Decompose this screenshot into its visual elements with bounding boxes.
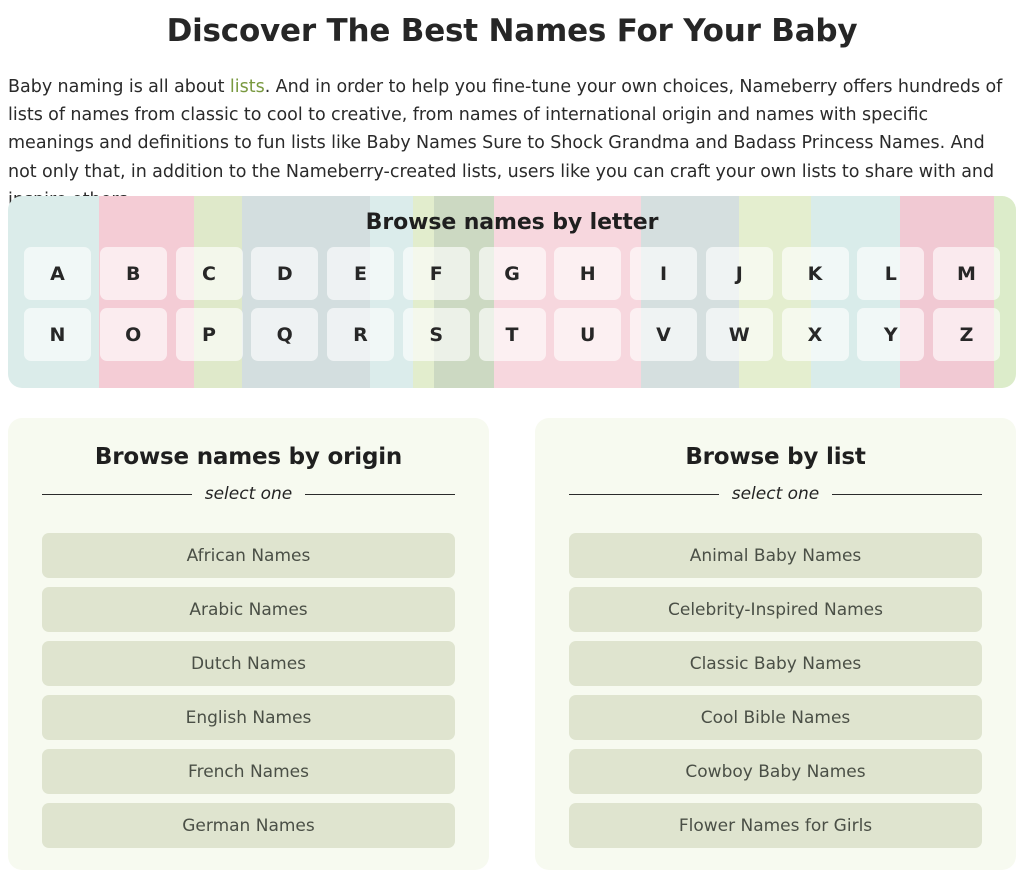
alphabet-grid: ABCDEFGHIJKLM NOPQRSTUVWXYZ (8, 247, 1016, 361)
option-item[interactable]: German Names (42, 803, 455, 848)
divider-left (569, 493, 719, 495)
browse-panels: Browse names by origin select one Africa… (8, 418, 1016, 870)
option-item[interactable]: Cool Bible Names (569, 695, 982, 740)
browse-list-subtitle-row: select one (569, 484, 982, 504)
letter-tile-j[interactable]: J (705, 247, 773, 300)
page-title: Discover The Best Names For Your Baby (166, 13, 858, 49)
letter-tile-r[interactable]: R (327, 308, 394, 361)
letter-tile-k[interactable]: K (781, 247, 849, 300)
browse-by-origin-panel: Browse names by origin select one Africa… (8, 418, 489, 870)
letter-tile-x[interactable]: X (781, 308, 849, 361)
letter-tile-a[interactable]: A (24, 247, 91, 300)
option-item[interactable]: Flower Names for Girls (569, 803, 982, 848)
option-item[interactable]: Dutch Names (42, 641, 455, 686)
letter-tile-p[interactable]: P (175, 308, 243, 361)
option-item[interactable]: Arabic Names (42, 587, 455, 632)
letter-tile-f[interactable]: F (402, 247, 470, 300)
letter-tile-h[interactable]: H (554, 247, 622, 300)
divider-right (305, 493, 455, 495)
letter-tile-n[interactable]: N (24, 308, 91, 361)
browse-by-letter-panel: Browse names by letter ABCDEFGHIJKLM NOP… (8, 196, 1016, 388)
letter-tile-m[interactable]: M (933, 247, 1000, 300)
intro-paragraph: Baby naming is all about lists. And in o… (8, 73, 1016, 215)
option-item[interactable]: Animal Baby Names (569, 533, 982, 578)
option-item[interactable]: French Names (42, 749, 455, 794)
option-item[interactable]: Classic Baby Names (569, 641, 982, 686)
letter-tile-g[interactable]: G (478, 247, 546, 300)
option-item[interactable]: English Names (42, 695, 455, 740)
letter-tile-i[interactable]: I (630, 247, 697, 300)
browse-origin-options: African Names Arabic Names Dutch Names Engl… (42, 533, 455, 848)
letter-tile-q[interactable]: Q (251, 308, 319, 361)
letter-tile-d[interactable]: D (251, 247, 319, 300)
letter-tile-l[interactable]: L (857, 247, 925, 300)
divider-right (832, 493, 982, 495)
option-item[interactable]: African Names (42, 533, 455, 578)
browse-list-subtitle: select one (731, 484, 820, 504)
browse-list-options: Animal Baby Names Celebrity-Inspired Name… (569, 533, 982, 848)
browse-origin-title: Browse names by origin (94, 444, 403, 470)
browse-origin-subtitle: select one (204, 484, 293, 504)
letter-tile-s[interactable]: S (402, 308, 470, 361)
page-root: Discover The Best Names For Your Baby Ba… (0, 0, 1024, 870)
alphabet-section-title: Browse names by letter (365, 210, 659, 235)
option-item[interactable]: Celebrity-Inspired Names (569, 587, 982, 632)
letter-tile-c[interactable]: C (175, 247, 243, 300)
alphabet-row-2: NOPQRSTUVWXYZ (24, 308, 1000, 361)
divider-left (42, 493, 192, 495)
browse-by-list-panel: Browse by list select one Animal Baby Na… (535, 418, 1016, 870)
lists-link[interactable]: lists (230, 77, 265, 97)
letter-tile-z[interactable]: Z (933, 308, 1000, 361)
option-item[interactable]: Cowboy Baby Names (569, 749, 982, 794)
browse-origin-subtitle-row: select one (42, 484, 455, 504)
alphabet-row-1: ABCDEFGHIJKLM (24, 247, 1000, 300)
letter-tile-o[interactable]: O (99, 308, 167, 361)
letter-tile-v[interactable]: V (630, 308, 697, 361)
letter-tile-w[interactable]: W (705, 308, 773, 361)
letter-tile-e[interactable]: E (327, 247, 394, 300)
letter-tile-t[interactable]: T (478, 308, 546, 361)
intro-text-part1: Baby naming is all about (8, 76, 230, 97)
browse-list-title: Browse by list (685, 444, 866, 470)
letter-tile-u[interactable]: U (554, 308, 622, 361)
letter-tile-y[interactable]: Y (857, 308, 925, 361)
alphabet-content: Browse names by letter ABCDEFGHIJKLM NOP… (8, 196, 1016, 388)
letter-tile-b[interactable]: B (99, 247, 167, 300)
